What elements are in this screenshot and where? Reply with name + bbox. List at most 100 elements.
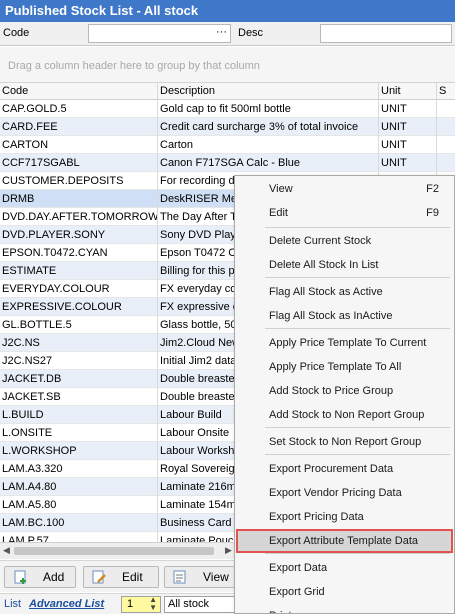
menu-separator bbox=[265, 427, 450, 428]
scrollbar-thumb[interactable] bbox=[14, 547, 214, 555]
menu-item-add-stock-to-price-group[interactable]: Add Stock to Price Group bbox=[236, 379, 453, 403]
table-row[interactable]: CCF717SGABL Canon F717SGA Calc - Blue UNIT bbox=[0, 154, 455, 172]
cell-description: Credit card surcharge 3% of total invoic… bbox=[158, 118, 379, 136]
menu-item-apply-price-template-to-all[interactable]: Apply Price Template To All bbox=[236, 355, 453, 379]
scroll-left-icon[interactable]: ◀ bbox=[3, 545, 10, 556]
menu-item-label: Export Procurement Data bbox=[269, 463, 394, 475]
menu-item-label: Export Data bbox=[269, 562, 328, 574]
menu-item-label: Export Pricing Data bbox=[269, 511, 364, 523]
cell-code: CUSTOMER.DEPOSITS bbox=[0, 172, 158, 190]
menu-item-label: Print bbox=[269, 610, 292, 613]
add-icon bbox=[14, 570, 26, 584]
page-number-value: 1 bbox=[127, 598, 134, 610]
cell-s bbox=[437, 136, 455, 154]
cell-code: J2C.NS27 bbox=[0, 352, 158, 370]
cell-code: L.ONSITE bbox=[0, 424, 158, 442]
cell-code: DRMB bbox=[0, 190, 158, 208]
menu-item-set-stock-to-non-report-group[interactable]: Set Stock to Non Report Group bbox=[236, 430, 453, 454]
menu-item-label: Add Stock to Non Report Group bbox=[269, 409, 425, 421]
cell-code: DVD.PLAYER.SONY bbox=[0, 226, 158, 244]
menu-item-label: Export Attribute Template Data bbox=[269, 535, 418, 547]
menu-item-edit[interactable]: Edit F9 bbox=[236, 201, 453, 225]
cell-s bbox=[437, 118, 455, 136]
cell-code: CAP.GOLD.5 bbox=[0, 100, 158, 118]
cell-code: LAM.A3.320 bbox=[0, 460, 158, 478]
desc-filter-input[interactable] bbox=[320, 24, 452, 43]
filter-bar: Code ··· Desc bbox=[0, 22, 455, 46]
menu-item-label: Apply Price Template To Current bbox=[269, 337, 427, 349]
spinner-arrows-icon[interactable]: ▲ ▼ bbox=[149, 596, 157, 612]
menu-item-label: Apply Price Template To All bbox=[269, 361, 402, 373]
ellipsis-icon[interactable]: ··· bbox=[216, 26, 227, 38]
cell-code: ESTIMATE bbox=[0, 262, 158, 280]
menu-separator bbox=[265, 277, 450, 278]
menu-separator bbox=[265, 328, 450, 329]
group-by-panel[interactable]: Drag a column header here to group by th… bbox=[0, 47, 455, 83]
scroll-right-icon[interactable]: ▶ bbox=[225, 545, 232, 556]
menu-item-add-stock-to-non-report-group[interactable]: Add Stock to Non Report Group bbox=[236, 403, 453, 427]
cell-code: L.WORKSHOP bbox=[0, 442, 158, 460]
cell-description: Carton bbox=[158, 136, 379, 154]
menu-item-export-attribute-template-data[interactable]: Export Attribute Template Data bbox=[236, 529, 453, 553]
cell-code: LAM.BC.100 bbox=[0, 514, 158, 532]
page-number-spinner[interactable]: 1 ▲ ▼ bbox=[121, 596, 161, 613]
column-header-code[interactable]: Code bbox=[0, 83, 158, 100]
menu-item-print[interactable]: Print bbox=[236, 604, 453, 613]
view-button[interactable]: View bbox=[164, 566, 240, 588]
table-row[interactable]: CARTON Carton UNIT bbox=[0, 136, 455, 154]
menu-item-view[interactable]: View F2 bbox=[236, 177, 453, 201]
cell-s bbox=[437, 154, 455, 172]
menu-item-delete-all-stock-in-list[interactable]: Delete All Stock In List bbox=[236, 253, 453, 277]
menu-item-label: Edit bbox=[269, 207, 288, 219]
context-menu: View F2 Edit F9 Delete Current Stock Delete A… bbox=[234, 175, 455, 614]
cell-code: EPSON.T0472.CYAN bbox=[0, 244, 158, 262]
menu-separator bbox=[265, 454, 450, 455]
menu-item-label: Delete All Stock In List bbox=[269, 259, 379, 271]
desc-filter-label: Desc bbox=[238, 27, 264, 39]
menu-item-export-data[interactable]: Export Data bbox=[236, 556, 453, 580]
menu-item-export-procurement-data[interactable]: Export Procurement Data bbox=[236, 457, 453, 481]
view-label: View bbox=[203, 570, 229, 584]
menu-item-label: Delete Current Stock bbox=[269, 235, 372, 247]
cell-description: Gold cap to fit 500ml bottle bbox=[158, 100, 379, 118]
advanced-list-tab[interactable]: Advanced List bbox=[29, 598, 104, 610]
cell-code: J2C.NS bbox=[0, 334, 158, 352]
cell-code: DVD.DAY.AFTER.TOMORROW bbox=[0, 208, 158, 226]
cell-unit: UNIT bbox=[379, 154, 437, 172]
grid-header: Code Description Unit S bbox=[0, 83, 455, 100]
edit-button[interactable]: Edit bbox=[83, 566, 159, 588]
table-row[interactable]: CAP.GOLD.5 Gold cap to fit 500ml bottle UN… bbox=[0, 100, 455, 118]
menu-item-label: Flag All Stock as InActive bbox=[269, 310, 393, 322]
cell-code: GL.BOTTLE.5 bbox=[0, 316, 158, 334]
cell-code: EXPRESSIVE.COLOUR bbox=[0, 298, 158, 316]
column-header-description[interactable]: Description bbox=[158, 83, 379, 100]
add-button[interactable]: Add bbox=[4, 566, 76, 588]
menu-item-shortcut: F9 bbox=[426, 207, 439, 219]
menu-item-flag-all-stock-as-inactive[interactable]: Flag All Stock as InActive bbox=[236, 304, 453, 328]
menu-item-apply-price-template-to-current[interactable]: Apply Price Template To Current bbox=[236, 331, 453, 355]
cell-code: CCF717SGABL bbox=[0, 154, 158, 172]
cell-code: LAM.A5.80 bbox=[0, 496, 158, 514]
menu-item-export-vendor-pricing-data[interactable]: Export Vendor Pricing Data bbox=[236, 481, 453, 505]
menu-item-export-grid[interactable]: Export Grid bbox=[236, 580, 453, 604]
menu-item-label: Flag All Stock as Active bbox=[269, 286, 383, 298]
menu-separator bbox=[265, 227, 450, 228]
menu-item-label: Add Stock to Price Group bbox=[269, 385, 394, 397]
column-header-unit[interactable]: Unit bbox=[379, 83, 437, 100]
cell-code: LAM.A4.80 bbox=[0, 478, 158, 496]
menu-item-export-pricing-data[interactable]: Export Pricing Data bbox=[236, 505, 453, 529]
list-tab[interactable]: List bbox=[4, 598, 21, 610]
cell-unit: UNIT bbox=[379, 118, 437, 136]
add-label: Add bbox=[43, 570, 65, 584]
edit-icon bbox=[92, 570, 106, 584]
cell-code: CARD.FEE bbox=[0, 118, 158, 136]
menu-item-flag-all-stock-as-active[interactable]: Flag All Stock as Active bbox=[236, 280, 453, 304]
window-title: Published Stock List - All stock bbox=[0, 0, 455, 22]
code-filter-input[interactable]: ··· bbox=[88, 24, 231, 43]
cell-code: L.BUILD bbox=[0, 406, 158, 424]
column-header-s[interactable]: S bbox=[437, 83, 455, 100]
cell-code: EVERYDAY.COLOUR bbox=[0, 280, 158, 298]
table-row[interactable]: CARD.FEE Credit card surcharge 3% of tota… bbox=[0, 118, 455, 136]
menu-item-delete-current-stock[interactable]: Delete Current Stock bbox=[236, 229, 453, 253]
cell-code: CARTON bbox=[0, 136, 158, 154]
